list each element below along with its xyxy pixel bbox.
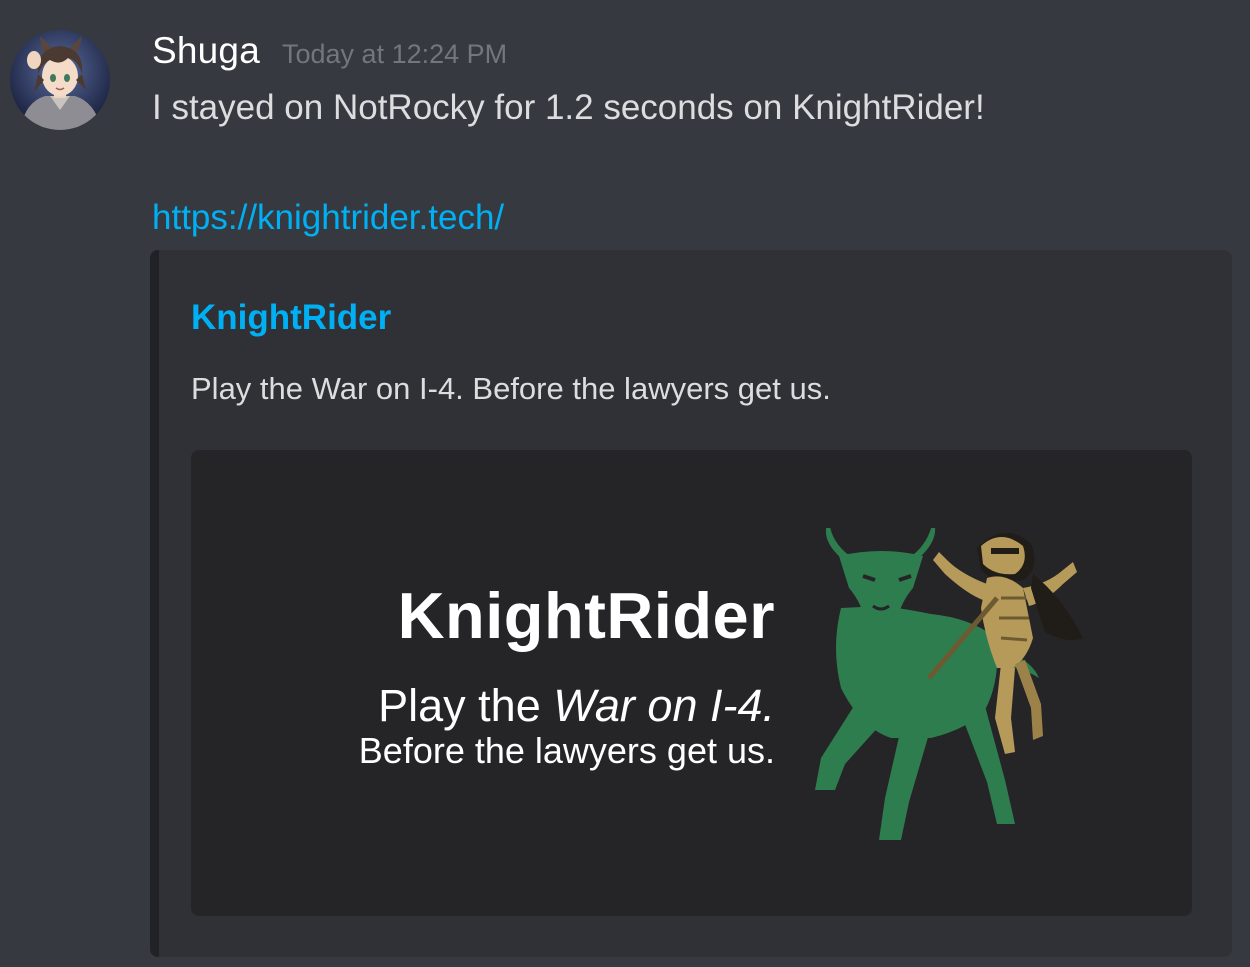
message-link[interactable]: https://knightrider.tech/ [152, 196, 504, 240]
embed-title[interactable]: KnightRider [191, 298, 391, 338]
link-embed: KnightRider Play the War on I-4. Before … [150, 250, 1232, 957]
embed-accent-bar [150, 250, 159, 957]
message-text: I stayed on NotRocky for 1.2 seconds on … [152, 88, 985, 127]
timestamp: Today at 12:24 PM [282, 39, 508, 69]
embed-image-tagline: Play the War on I-4. [378, 680, 775, 732]
embed-image-subtitle: Before the lawyers get us. [358, 730, 775, 771]
bull-and-knight-mascot-icon [815, 528, 1083, 840]
embed-description: Play the War on I-4. Before the lawyers … [191, 371, 831, 406]
tagline-plain: Play the [378, 680, 554, 731]
embed-image-title: KnightRider [397, 579, 775, 652]
tagline-italic: War on I-4. [553, 680, 775, 731]
avatar-image [10, 30, 110, 130]
embed-image[interactable]: KnightRider Play the War on I-4. Before … [191, 450, 1192, 916]
avatar[interactable] [10, 30, 110, 130]
message-header: Shuga Today at 12:24 PM [152, 30, 507, 78]
username[interactable]: Shuga [152, 30, 260, 72]
chat-message: Shuga Today at 12:24 PM I stayed on NotR… [0, 0, 1250, 967]
